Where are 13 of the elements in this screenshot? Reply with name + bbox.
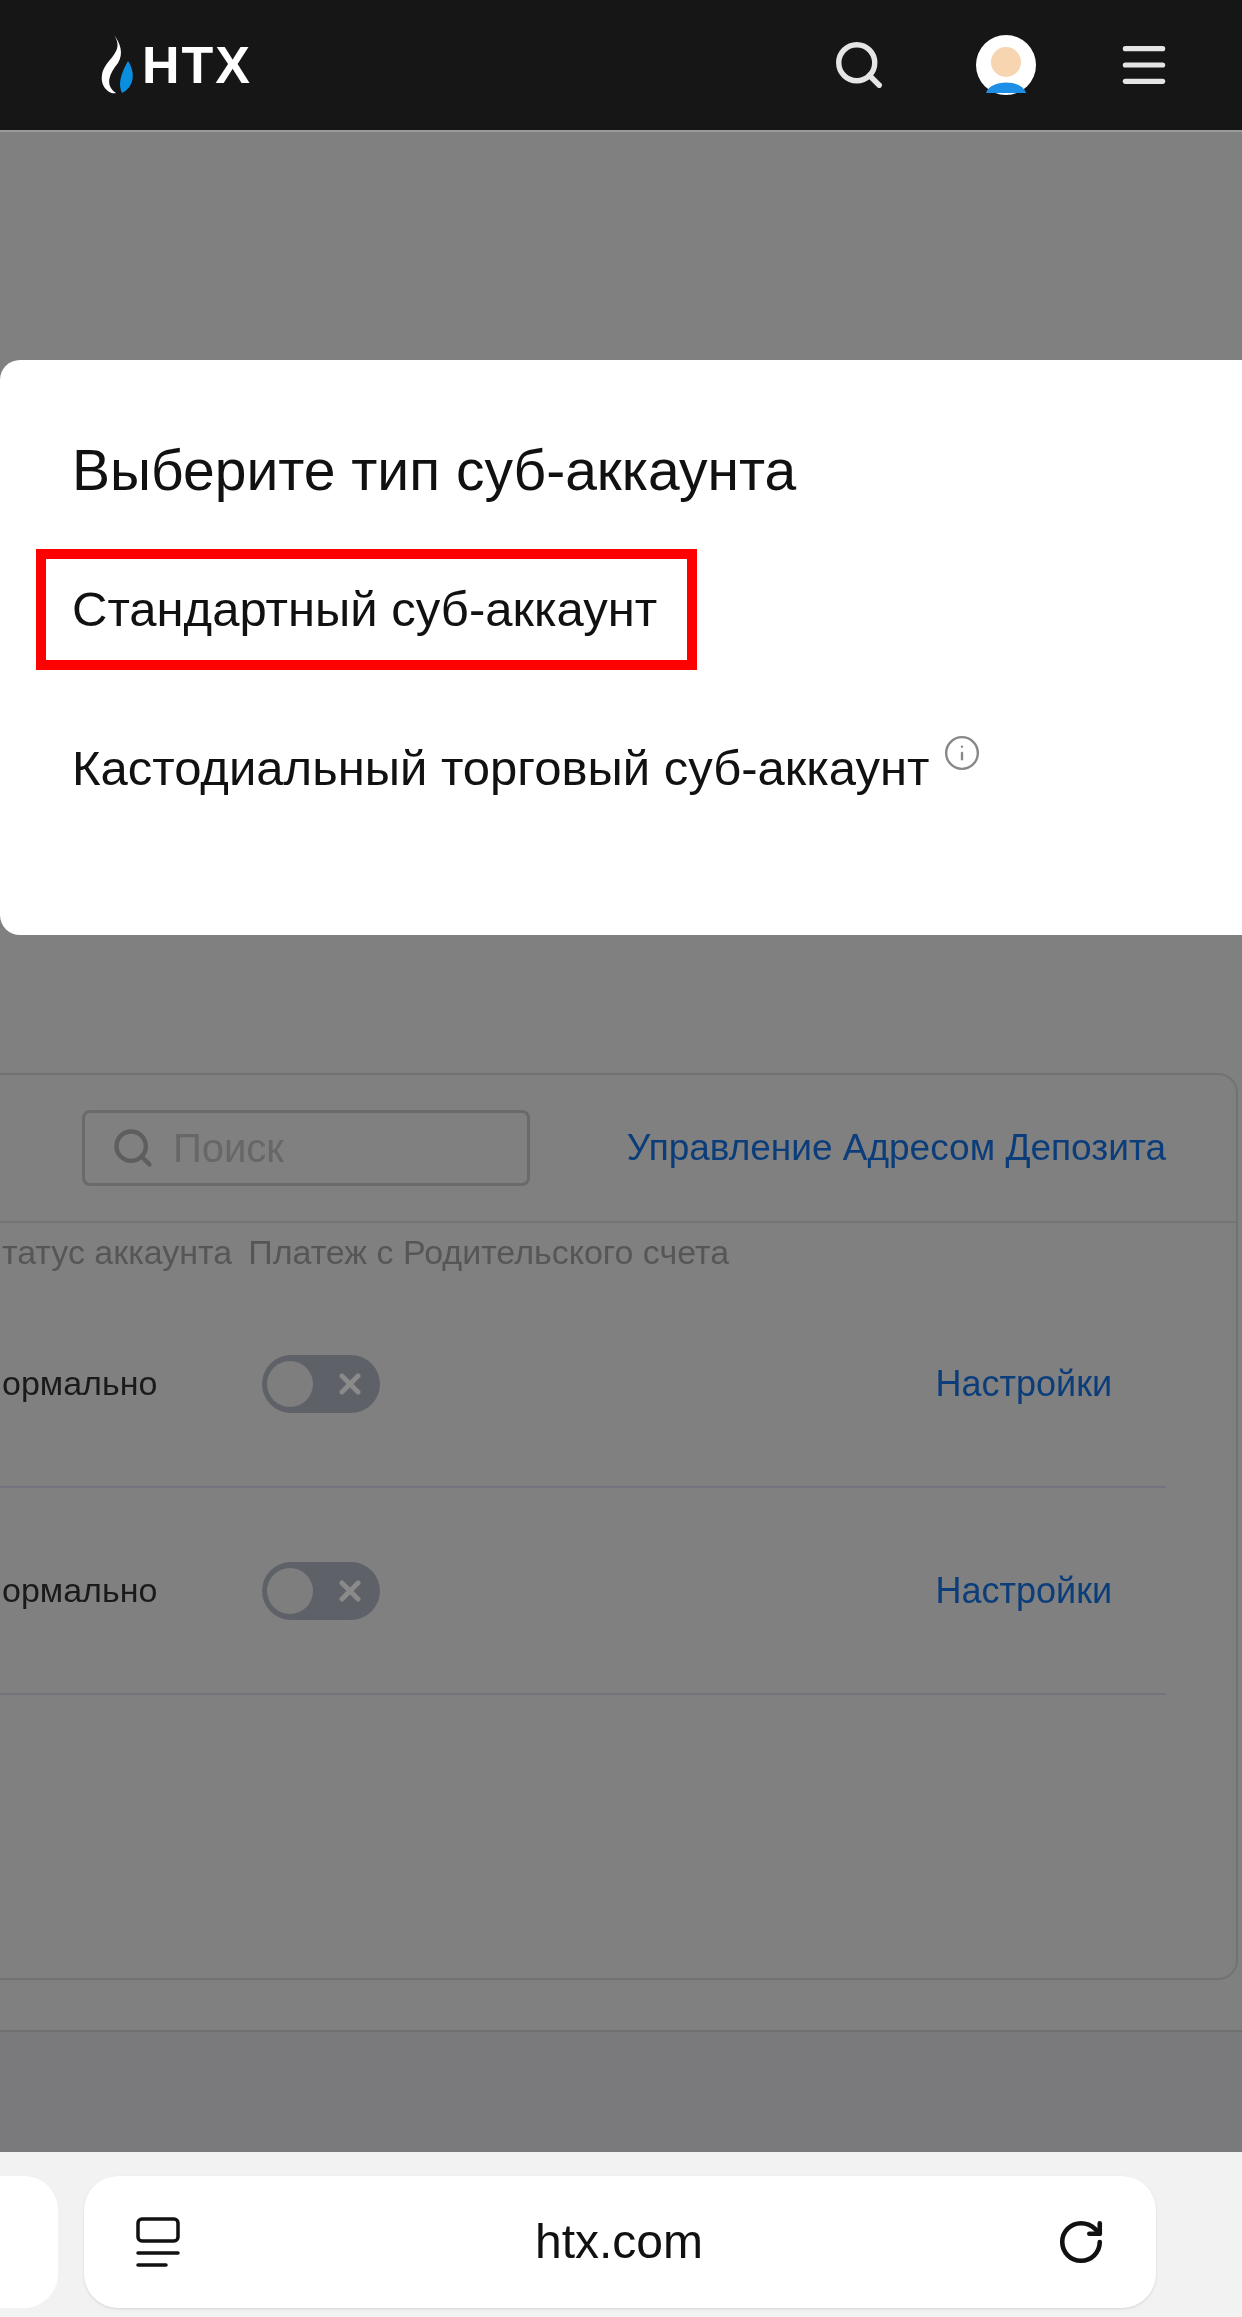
status-text: ормально (2, 1570, 159, 1611)
reader-icon[interactable] (134, 2215, 182, 2269)
url-text: htx.com (533, 2214, 704, 2270)
logo-text[interactable]: HTX (142, 39, 252, 91)
option-button[interactable]: Кастодиальный торговый суб-аккаунт (36, 708, 944, 829)
close-icon (339, 1372, 361, 1395)
info-icon[interactable] (943, 734, 982, 772)
avatar-icon[interactable] (976, 35, 1036, 95)
search-icon (111, 1126, 155, 1170)
option-button[interactable]: Стандартный суб-аккаунт (36, 549, 698, 670)
status-text: ормально (2, 1363, 159, 1404)
close-icon (339, 1579, 361, 1602)
address-bar[interactable]: htx.com (84, 2176, 1156, 2308)
